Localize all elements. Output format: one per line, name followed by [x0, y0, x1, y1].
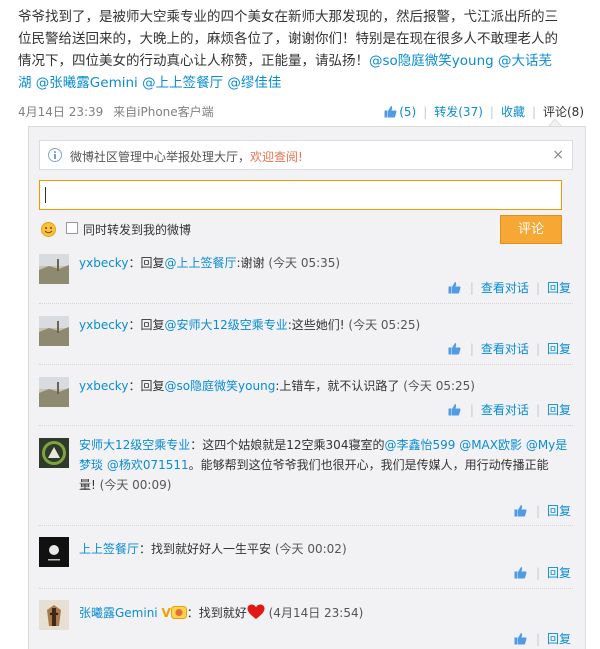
- thumb-up-icon[interactable]: [448, 281, 461, 294]
- repost-checkbox[interactable]: [66, 222, 78, 234]
- comment-input[interactable]: [39, 180, 562, 210]
- comment-author[interactable]: yxbecky: [79, 379, 128, 393]
- comment-panel: 微博社区管理中心举报处理大厅，欢迎查阅! × 同时转发到我的微博 评论 yxbe…: [28, 126, 586, 649]
- post-source[interactable]: iPhone客户端: [137, 105, 214, 119]
- comment-text: 安师大12级空乘专业：这四个姑娘就是12空乘304寝室的@李鑫怡599 @MAX…: [79, 438, 568, 492]
- notice-link[interactable]: 欢迎查阅!: [250, 150, 303, 164]
- thumb-up-icon[interactable]: [514, 566, 527, 579]
- submit-comment-button[interactable]: 评论: [500, 215, 562, 244]
- comment-text: yxbecky：回复@so隐庭微笑young:上错车，就不认识路了 (今天 05…: [79, 379, 475, 393]
- divider: [39, 303, 573, 304]
- comment-author[interactable]: 张曦露Gemini: [79, 606, 158, 620]
- avatar[interactable]: [39, 377, 69, 407]
- mention-link[interactable]: @MAX欧影: [459, 438, 522, 452]
- mention-link[interactable]: @李鑫怡599: [384, 438, 455, 452]
- comment-text: yxbecky：回复@安师大12级空乘专业:这些她们! (今天 05:25): [79, 318, 421, 332]
- comment-button[interactable]: 评论(8): [543, 105, 584, 119]
- mention-link[interactable]: 湖: [18, 75, 32, 91]
- reply-link[interactable]: 回复: [547, 566, 571, 580]
- avatar[interactable]: [39, 254, 69, 284]
- verified-badge-icon[interactable]: V: [161, 603, 170, 623]
- mention-link[interactable]: @缪佳佳: [227, 75, 281, 91]
- post-date[interactable]: 4月14日 23:39: [18, 105, 103, 119]
- mention-link[interactable]: 梦琰: [79, 458, 103, 472]
- avatar[interactable]: [39, 600, 69, 630]
- comment-text: 上上签餐厅：找到就好好人一生平安 (今天 00:02): [79, 542, 347, 556]
- comment-author[interactable]: yxbecky: [79, 318, 128, 332]
- mention-link[interactable]: @上上签餐厅: [142, 75, 223, 91]
- avatar[interactable]: [39, 438, 69, 468]
- comment-actions: | 查看对话 | 回复: [448, 279, 571, 296]
- mention-link[interactable]: @上上签餐厅: [164, 256, 236, 270]
- divider: [39, 364, 573, 365]
- member-badge-icon[interactable]: [170, 606, 187, 619]
- notice-bar: 微博社区管理中心举报处理大厅，欢迎查阅! ×: [39, 140, 573, 170]
- comment-actions: | 查看对话 | 回复: [448, 401, 571, 418]
- mention-link[interactable]: @杨欢071511: [107, 458, 189, 472]
- thumb-up-icon[interactable]: [448, 403, 461, 416]
- mention-link[interactable]: @so隐庭微笑young: [164, 379, 275, 393]
- view-conversation-link[interactable]: 查看对话: [481, 281, 529, 295]
- comment-author[interactable]: yxbecky: [79, 256, 128, 270]
- thumb-up-icon: [384, 106, 397, 118]
- comment-actions: | 回复: [514, 630, 571, 647]
- close-icon[interactable]: ×: [552, 147, 564, 163]
- comment-actions: | 回复: [514, 502, 571, 519]
- mention-link[interactable]: @My是: [526, 438, 567, 452]
- heart-icon: [247, 604, 265, 619]
- like-button[interactable]: (5): [384, 105, 416, 119]
- mention-link[interactable]: @so隐庭微笑young: [369, 53, 494, 69]
- repost-checkbox-label: 同时转发到我的微博: [83, 223, 192, 237]
- comment-actions: | 回复: [514, 564, 571, 581]
- divider: [39, 588, 573, 589]
- divider: [39, 425, 573, 426]
- comment-author[interactable]: 安师大12级空乘专业: [79, 438, 190, 452]
- reply-link[interactable]: 回复: [547, 281, 571, 295]
- mention-link[interactable]: @张曦露Gemini: [36, 75, 138, 91]
- repost-button[interactable]: 转发(37): [434, 105, 483, 119]
- thumb-up-icon[interactable]: [448, 342, 461, 355]
- avatar[interactable]: [39, 537, 69, 567]
- info-icon: [48, 148, 62, 162]
- view-conversation-link[interactable]: 查看对话: [481, 403, 529, 417]
- thumb-up-icon[interactable]: [514, 504, 527, 517]
- reply-link[interactable]: 回复: [547, 403, 571, 417]
- comment-text: 张曦露Gemini V ：找到就好 (4月14日 23:54): [79, 603, 569, 623]
- comment-text: yxbecky：回复@上上签餐厅:谢谢 (今天 05:35): [79, 256, 341, 270]
- divider: [39, 525, 573, 526]
- comment-actions: | 查看对话 | 回复: [448, 340, 571, 357]
- view-conversation-link[interactable]: 查看对话: [481, 342, 529, 356]
- thumb-up-icon[interactable]: [514, 632, 527, 645]
- mention-link[interactable]: @安师大12级空乘专业: [164, 318, 287, 332]
- reply-link[interactable]: 回复: [547, 342, 571, 356]
- avatar[interactable]: [39, 316, 69, 346]
- post-text: 爷爷找到了，是被师大空乘专业的四个美女在新师大那发现的，然后报警，弋江派出所的三…: [18, 9, 558, 91]
- post-meta: 4月14日 23:39 来自iPhone客户端 (5) | 转发(37) | 收藏 | 评论…: [18, 105, 584, 119]
- smiley-icon[interactable]: [41, 222, 56, 237]
- reply-link[interactable]: 回复: [547, 504, 571, 518]
- favorite-button[interactable]: 收藏: [501, 105, 525, 119]
- mention-link[interactable]: @大话芜: [498, 53, 552, 69]
- reply-link[interactable]: 回复: [547, 632, 571, 646]
- comment-author[interactable]: 上上签餐厅: [79, 542, 139, 556]
